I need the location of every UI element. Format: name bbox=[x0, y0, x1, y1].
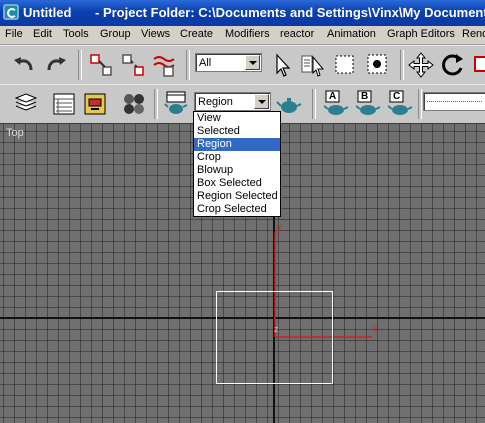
select-and-scale-button[interactable] bbox=[471, 51, 485, 79]
preset-b-button[interactable]: B bbox=[354, 90, 382, 118]
select-and-rotate-button[interactable] bbox=[439, 51, 467, 79]
select-by-name-icon bbox=[301, 55, 325, 77]
option-region[interactable]: Region bbox=[194, 138, 280, 151]
undo-icon bbox=[14, 57, 33, 71]
app-icon[interactable] bbox=[3, 4, 19, 20]
preset-b-label: B bbox=[361, 91, 369, 102]
render-region-rectangle[interactable] bbox=[216, 291, 333, 384]
option-region-selected[interactable]: Region Selected bbox=[194, 190, 280, 203]
chevron-down-icon[interactable] bbox=[254, 94, 269, 109]
window-title-project: - Project Folder: C:\Documents and Setti… bbox=[95, 5, 485, 20]
layers-icon bbox=[14, 93, 38, 111]
option-crop-selected[interactable]: Crop Selected bbox=[194, 203, 280, 216]
preset-a-button[interactable]: A bbox=[322, 90, 350, 118]
named-selection-set-field[interactable] bbox=[423, 92, 485, 111]
select-object-button[interactable] bbox=[268, 51, 296, 79]
menu-animation[interactable]: Animation bbox=[327, 28, 376, 40]
menu-create[interactable]: Create bbox=[180, 28, 213, 40]
menu-modifiers[interactable]: Modifiers bbox=[225, 28, 270, 40]
option-selected[interactable]: Selected bbox=[194, 125, 280, 138]
bind-to-space-warp-button[interactable] bbox=[150, 51, 178, 79]
menu-graph-editors[interactable]: Graph Editors bbox=[387, 28, 455, 40]
curve-editor-icon bbox=[53, 93, 75, 115]
render-scene-dialog-button[interactable] bbox=[162, 90, 190, 118]
schematic-icon bbox=[84, 93, 106, 115]
title-bar: Untitled - Project Folder: C:\Documents … bbox=[0, 0, 485, 26]
render-type-dropdown[interactable]: Region bbox=[194, 92, 271, 111]
menu-edit[interactable]: Edit bbox=[33, 28, 52, 40]
window-crossing-button[interactable] bbox=[364, 51, 392, 79]
layer-manager-button[interactable] bbox=[12, 90, 40, 118]
unlink-selection-button[interactable] bbox=[119, 51, 147, 79]
move-icon bbox=[408, 52, 434, 78]
menu-file[interactable]: File bbox=[5, 28, 23, 40]
menu-rendering[interactable]: Rend bbox=[462, 28, 485, 40]
select-by-name-button[interactable] bbox=[299, 51, 327, 79]
link-icon bbox=[90, 54, 112, 76]
x-axis-label: x bbox=[373, 324, 378, 335]
preset-c-label: C bbox=[393, 91, 401, 102]
menu-views[interactable]: Views bbox=[141, 28, 170, 40]
menu-bar: File Edit Tools Group Views Create Modif… bbox=[0, 26, 485, 45]
rectangular-selection-region-button[interactable] bbox=[331, 51, 359, 79]
redo-icon bbox=[47, 57, 66, 71]
main-toolbar: All bbox=[0, 45, 485, 85]
window-title-app: Untitled bbox=[23, 5, 72, 20]
select-and-move-button[interactable] bbox=[407, 51, 435, 79]
undo-button[interactable] bbox=[10, 51, 38, 79]
space-warp-icon bbox=[153, 56, 175, 77]
unlink-icon bbox=[122, 54, 144, 76]
option-crop[interactable]: Crop bbox=[194, 151, 280, 164]
rotate-icon bbox=[442, 54, 463, 76]
schematic-view-button[interactable] bbox=[81, 90, 109, 118]
material-editor-button[interactable] bbox=[120, 90, 148, 118]
menu-tools[interactable]: Tools bbox=[63, 28, 89, 40]
rect-selection-icon bbox=[335, 55, 354, 74]
window-crossing-icon bbox=[367, 54, 387, 74]
selection-filter-dropdown[interactable]: All bbox=[195, 53, 262, 72]
render-type-value: Region bbox=[198, 96, 233, 108]
selection-filter-value: All bbox=[199, 57, 212, 69]
preset-a-label: A bbox=[329, 91, 337, 102]
menu-reactor[interactable]: reactor bbox=[280, 28, 314, 40]
menu-group[interactable]: Group bbox=[100, 28, 131, 40]
option-box-selected[interactable]: Box Selected bbox=[194, 177, 280, 190]
preset-c-button[interactable]: C bbox=[386, 90, 414, 118]
scale-icon bbox=[474, 56, 485, 72]
material-spheres-icon bbox=[124, 94, 144, 114]
teapot-render-icon bbox=[164, 91, 188, 114]
curve-editor-button[interactable] bbox=[50, 90, 78, 118]
option-view[interactable]: View bbox=[194, 112, 280, 125]
chevron-down-icon[interactable] bbox=[245, 55, 260, 70]
redo-button[interactable] bbox=[42, 51, 70, 79]
cursor-arrow-icon bbox=[276, 53, 291, 77]
y-axis-label: y bbox=[276, 223, 281, 234]
select-and-link-button[interactable] bbox=[87, 51, 115, 79]
render-type-options-list: View Selected Region Crop Blowup Box Sel… bbox=[193, 111, 281, 217]
option-blowup[interactable]: Blowup bbox=[194, 164, 280, 177]
